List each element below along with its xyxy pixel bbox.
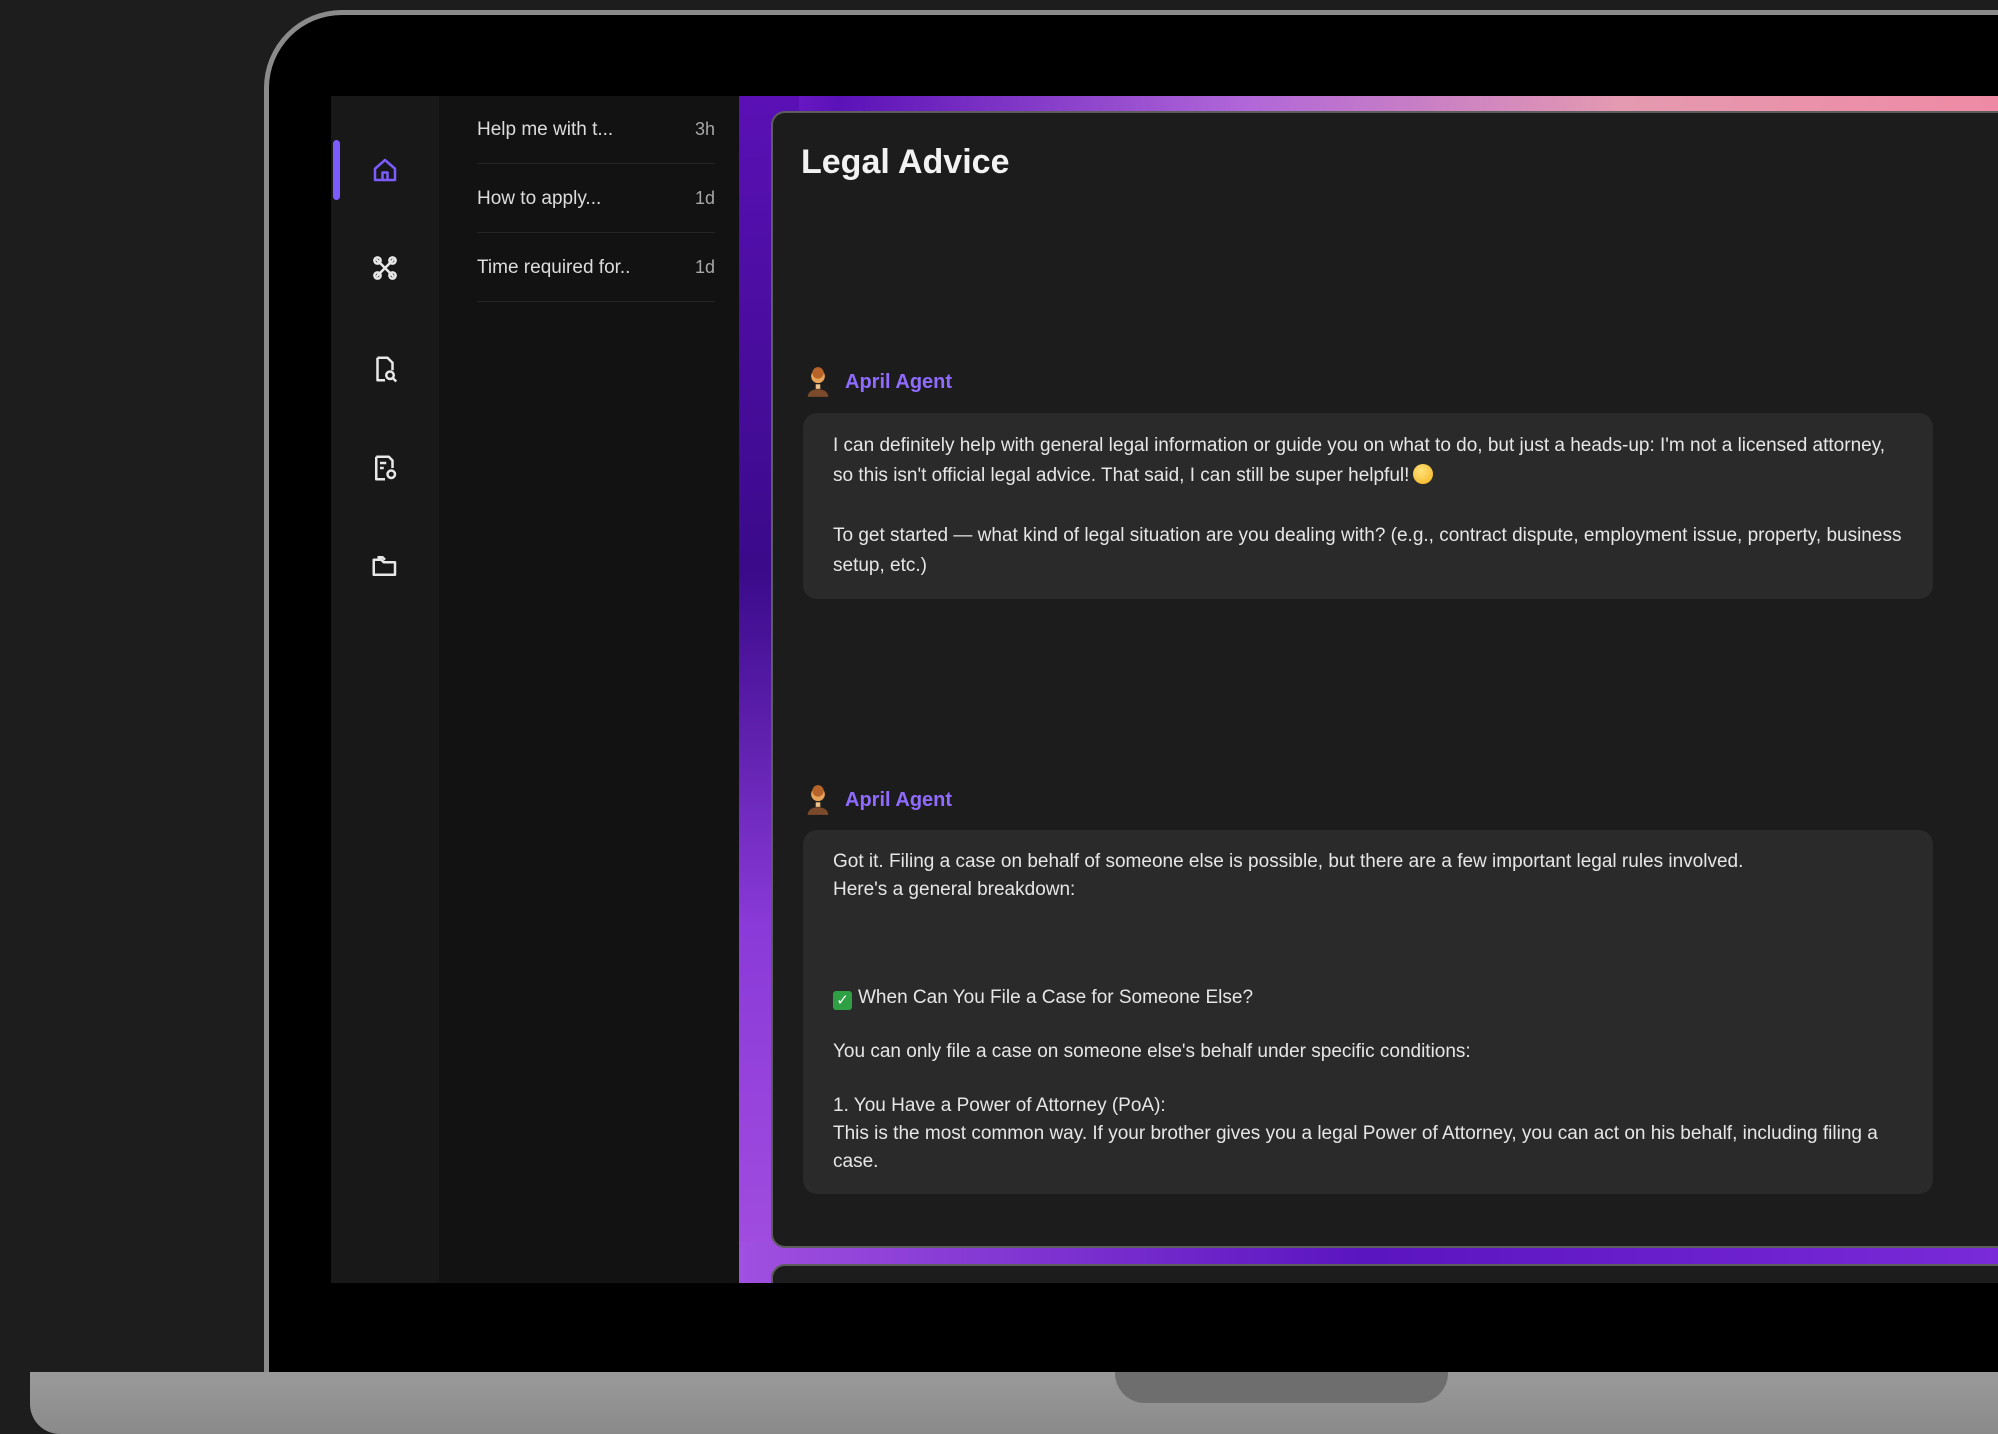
chat-panel: Legal Advice April Agent I can definitel…	[771, 111, 1998, 1248]
history-item-title: Help me with t...	[477, 118, 614, 140]
message-text: I can definitely help with general legal…	[833, 435, 1886, 486]
document-settings-icon[interactable]	[365, 448, 405, 488]
icon-rail	[331, 96, 439, 1283]
chat-history-panel: Help me with t... 3h How to apply... 1d …	[439, 96, 739, 1283]
history-item[interactable]: How to apply... 1d	[477, 165, 715, 233]
message-sender: April Agent	[803, 783, 952, 817]
smile-emoji-icon	[1413, 464, 1434, 484]
history-item[interactable]: Time required for.. 1d	[477, 234, 715, 302]
agent-avatar	[803, 783, 833, 817]
home-icon[interactable]	[365, 150, 405, 190]
tools-icon[interactable]	[365, 248, 405, 288]
history-item[interactable]: Help me with t... 3h	[477, 96, 715, 164]
message-text: This is the most common way. If your bro…	[833, 1123, 1878, 1172]
message-text: To get started — what kind of legal situ…	[833, 525, 1902, 576]
folder-icon[interactable]	[365, 546, 405, 586]
agent-avatar	[803, 365, 833, 399]
message-sender: April Agent	[803, 365, 952, 399]
history-item-time: 1d	[694, 188, 715, 208]
agent-message-bubble: Got it. Filing a case on behalf of someo…	[803, 830, 1933, 1194]
history-item-title: Time required for..	[477, 256, 631, 278]
app-screen: Help me with t... 3h How to apply... 1d …	[331, 96, 1998, 1283]
message-text: Got it. Filing a case on behalf of someo…	[833, 851, 1744, 872]
active-indicator	[333, 140, 340, 200]
message-text: 1. You Have a Power of Attorney (PoA):	[833, 1095, 1166, 1116]
message-text: You can only file a case on someone else…	[833, 1041, 1471, 1062]
laptop-mockup: Help me with t... 3h How to apply... 1d …	[0, 0, 1998, 1434]
history-item-time: 1d	[694, 257, 715, 277]
page-title: Legal Advice	[801, 143, 1010, 181]
laptop-notch	[1115, 1372, 1448, 1403]
history-item-time: 3h	[694, 119, 715, 139]
message-heading: When Can You File a Case for Someone Els…	[858, 987, 1254, 1008]
document-search-icon[interactable]	[365, 349, 405, 389]
checkmark-icon: ✓	[833, 991, 852, 1010]
laptop-base	[30, 1372, 1998, 1434]
next-panel-edge	[771, 1264, 1998, 1283]
agent-name: April Agent	[845, 788, 953, 811]
agent-name: April Agent	[845, 370, 953, 393]
agent-message-bubble: I can definitely help with general legal…	[803, 413, 1933, 599]
message-text: Here's a general breakdown:	[833, 879, 1076, 900]
history-item-title: How to apply...	[477, 187, 602, 209]
